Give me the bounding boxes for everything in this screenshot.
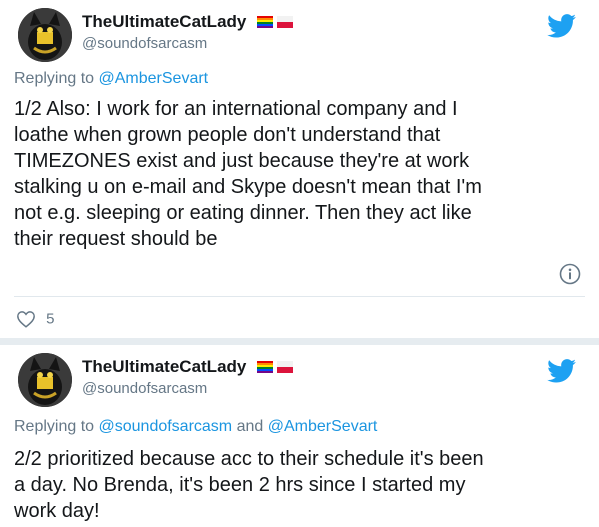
reply-mention-ambersevart[interactable]: @AmberSevart [99,70,209,87]
poland-flag-icon [277,15,294,28]
tweet-text: 1/2 Also: I work for an international co… [14,96,579,252]
replying-joiner: and [236,418,264,435]
info-icon[interactable] [559,263,581,285]
tweet-card-1[interactable]: TheUltimateCatLady @soundofsarcasm Reply… [0,0,599,340]
author-handle[interactable]: @soundofsarcasm [82,35,293,52]
tweet-text-line: work day! [14,500,100,522]
rainbow-flag-icon [256,15,273,28]
avatar[interactable] [18,353,72,407]
tweet-header: TheUltimateCatLady @soundofsarcasm [14,8,585,72]
author-names: TheUltimateCatLady @soundofsarcasm [82,12,294,52]
display-name[interactable]: TheUltimateCatLady [82,357,246,377]
like-button[interactable]: 5 [16,310,55,328]
replying-prefix: Replying to [14,418,95,435]
tweet-text-line: loathe when grown people don't understan… [14,124,441,146]
replying-to: Replying to @soundofsarcasm and @AmberSe… [14,418,377,436]
cat-avatar-icon [18,8,72,62]
tweet-text: 2/2 prioritized because acc to their sch… [14,446,579,524]
tweet-card-2[interactable]: TheUltimateCatLady @soundofsarcasm Reply… [0,345,599,527]
tweet-text-line: not e.g. sleeping or eating dinner. Then… [14,202,472,224]
flag-emojis [256,13,294,31]
twitter-bird-icon[interactable] [547,14,577,38]
tweet-header: TheUltimateCatLady @soundofsarcasm [14,353,585,417]
author-handle[interactable]: @soundofsarcasm [82,380,293,397]
display-name[interactable]: TheUltimateCatLady [82,12,246,32]
avatar[interactable] [18,8,72,62]
heart-icon [17,311,35,328]
rainbow-flag-icon [256,360,273,373]
twitter-bird-icon[interactable] [547,359,577,383]
replying-prefix: Replying to [14,70,95,87]
tweet-text-line: TIMEZONES exist and just because they're… [14,150,470,172]
flag-emojis [256,358,294,376]
tweet-text-line: 1/2 Also: I work for an international co… [14,98,458,120]
like-count: 5 [46,310,55,328]
divider [14,296,585,297]
reply-mention-ambersevart[interactable]: @AmberSevart [268,418,378,435]
tweet-text-line: stalking u on e-mail and Skype doesn't m… [14,176,482,198]
tweet-text-line: a day. No Brenda, it's been 2 hrs since … [14,474,466,496]
reply-mention-soundofsarcasm[interactable]: @soundofsarcasm [99,418,233,435]
poland-flag-icon [277,360,294,373]
tweet-text-line: their request should be [14,228,218,250]
replying-to: Replying to @AmberSevart [14,70,208,88]
tweet-text-line: 2/2 prioritized because acc to their sch… [14,448,484,470]
author-names: TheUltimateCatLady @soundofsarcasm [82,357,294,397]
cat-avatar-icon [18,353,72,407]
